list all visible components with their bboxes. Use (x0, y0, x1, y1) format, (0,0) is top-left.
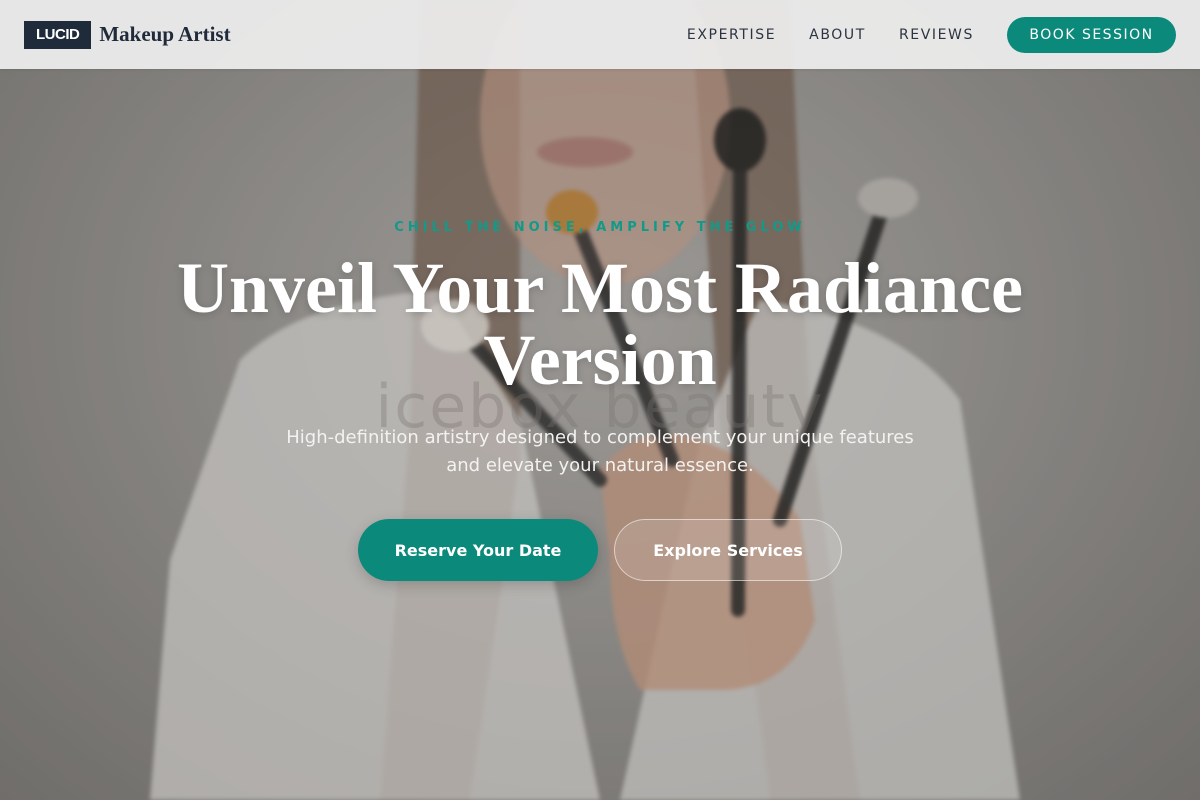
reserve-date-button[interactable]: Reserve Your Date (358, 519, 598, 581)
hero-headline: Unveil Your Most Radiance Version (177, 248, 1023, 400)
hero-content: CHILL THE NOISE, AMPLIFY THE GLOW Unveil… (0, 0, 1200, 800)
hero-tagline: CHILL THE NOISE, AMPLIFY THE GLOW (394, 220, 806, 235)
hero-subtext: High-definition artistry designed to com… (286, 427, 914, 476)
explore-services-button[interactable]: Explore Services (614, 519, 842, 581)
